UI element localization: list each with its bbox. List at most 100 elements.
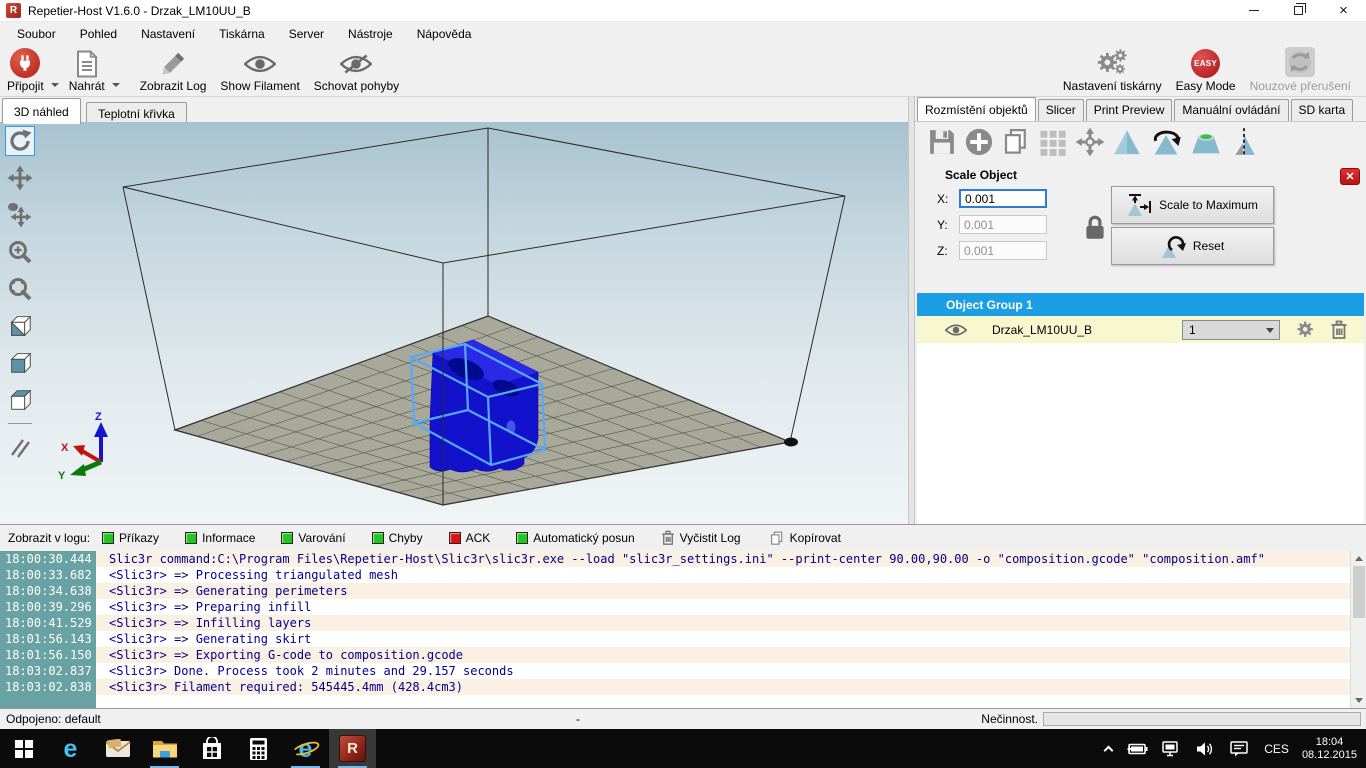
object-list-row[interactable]: Drzak_LM10UU_B 1: [917, 316, 1364, 343]
show-log-button[interactable]: Zobrazit Log: [133, 47, 214, 95]
toggle-commands[interactable]: Příkazy: [102, 531, 159, 545]
hide-moves-button[interactable]: Schovat pohyby: [307, 47, 406, 95]
clear-log-button[interactable]: Vyčistit Log: [661, 530, 741, 546]
tab-slicer[interactable]: Slicer: [1038, 99, 1084, 121]
tray-action-center[interactable]: [1223, 729, 1255, 768]
minimize-button[interactable]: [1231, 0, 1276, 21]
front-view-button[interactable]: [5, 348, 35, 378]
rotate-object-icon[interactable]: [1149, 127, 1183, 157]
tray-battery[interactable]: [1119, 729, 1155, 768]
zoom-in-button[interactable]: [5, 237, 35, 267]
taskbar-internet-explorer[interactable]: e: [282, 729, 329, 768]
copy-object-icon[interactable]: [1001, 127, 1031, 157]
scale-object-icon[interactable]: [1112, 127, 1142, 157]
copies-dropdown[interactable]: 1: [1182, 320, 1280, 340]
tray-expand-button[interactable]: [1098, 729, 1119, 768]
menu-server[interactable]: Server: [277, 23, 336, 45]
taskbar-file-explorer[interactable]: [141, 729, 188, 768]
3d-viewport[interactable]: Z X Y: [0, 122, 908, 524]
tab-manual-control[interactable]: Manuální ovládání: [1174, 99, 1288, 121]
move-object-icon: [7, 202, 33, 228]
print-time-placeholder: -: [576, 712, 580, 726]
menu-nastaveni[interactable]: Nastavení: [129, 23, 207, 45]
upload-button[interactable]: Nahrát: [62, 47, 112, 95]
scale-z-input[interactable]: 0.001: [959, 241, 1047, 260]
add-object-icon[interactable]: [964, 127, 994, 157]
tab-sd-card[interactable]: SD karta: [1291, 99, 1354, 121]
zoom-fit-button[interactable]: [5, 274, 35, 304]
object-group-header[interactable]: Object Group 1: [917, 293, 1364, 316]
taskbar-mail[interactable]: [94, 729, 141, 768]
tray-network[interactable]: [1155, 729, 1189, 768]
connect-dropdown-arrow[interactable]: [51, 83, 59, 87]
restore-button[interactable]: [1276, 0, 1321, 21]
easy-mode-button[interactable]: EASY Easy Mode: [1169, 47, 1243, 95]
toggle-information[interactable]: Informace: [185, 531, 255, 545]
axis-y-label: Y: [58, 470, 66, 482]
scroll-down-icon[interactable]: [1355, 698, 1363, 703]
menu-napoveda[interactable]: Nápověda: [405, 23, 484, 45]
tab-print-preview[interactable]: Print Preview: [1086, 99, 1173, 121]
log-row-empty: [0, 695, 1366, 708]
toggle-errors[interactable]: Chyby: [372, 531, 423, 545]
taskbar-calculator[interactable]: [235, 729, 282, 768]
panel-splitter[interactable]: [908, 97, 915, 524]
move-view-button[interactable]: [5, 163, 35, 193]
file-explorer-icon: [152, 738, 178, 760]
object-visibility-icon[interactable]: [945, 323, 967, 337]
tray-clock[interactable]: 18:04 08.12.2015: [1298, 736, 1366, 762]
autoposition-icon: [1038, 127, 1068, 157]
menu-nastroje[interactable]: Nástroje: [336, 23, 405, 45]
toggle-ack[interactable]: ACK: [449, 531, 491, 545]
tray-language-indicator[interactable]: CES: [1255, 742, 1298, 756]
start-button[interactable]: [0, 729, 47, 768]
rotate-view-button[interactable]: [5, 126, 35, 156]
close-scale-panel-button[interactable]: ✕: [1340, 168, 1360, 185]
scroll-up-icon[interactable]: [1355, 556, 1363, 561]
top-view-button[interactable]: [5, 385, 35, 415]
reset-scale-button[interactable]: Reset: [1111, 227, 1274, 265]
axis-indicator: Z X Y: [58, 411, 108, 482]
save-icon[interactable]: [927, 127, 957, 157]
scale-x-input[interactable]: 0.001: [959, 189, 1047, 208]
upload-dropdown-arrow[interactable]: [112, 83, 120, 87]
tab-3d-preview[interactable]: 3D náhled: [2, 98, 81, 124]
parallel-projection-button[interactable]: [5, 432, 35, 462]
copy-log-button[interactable]: Kopírovat: [769, 530, 841, 547]
toggle-autoscroll[interactable]: Automatický posun: [516, 531, 634, 545]
top-view-icon: [7, 387, 33, 413]
connect-button[interactable]: Připojit: [0, 47, 51, 95]
drop-object-icon[interactable]: [1190, 127, 1222, 157]
log-output[interactable]: 18:00:30.444Slic3r command:C:\Program Fi…: [0, 551, 1366, 708]
toggle-warnings-indicator: [281, 532, 293, 544]
menu-soubor[interactable]: Soubor: [5, 23, 68, 45]
close-button[interactable]: ×: [1321, 0, 1366, 21]
lock-aspect-button[interactable]: [1083, 214, 1107, 245]
rotate-icon: [7, 128, 33, 154]
front-view-icon: [7, 350, 33, 376]
emergency-stop-button: Nouzové přerušení: [1243, 47, 1358, 95]
tray-volume[interactable]: [1189, 729, 1223, 768]
calculator-icon: [249, 737, 268, 761]
reset-icon: [1161, 233, 1187, 259]
move-object-button[interactable]: [5, 200, 35, 230]
taskbar-store[interactable]: [188, 729, 235, 768]
taskbar-edge[interactable]: e: [47, 729, 94, 768]
menu-tiskarna[interactable]: Tiskárna: [207, 23, 277, 45]
scrollbar-thumb[interactable]: [1353, 566, 1365, 618]
taskbar-repetier-host[interactable]: R: [329, 729, 376, 768]
isometric-view-button[interactable]: [5, 311, 35, 341]
show-filament-button[interactable]: Show Filament: [213, 47, 306, 95]
status-bar: Odpojeno: default - Nečinnost.: [0, 708, 1366, 729]
menu-pohled[interactable]: Pohled: [68, 23, 129, 45]
mirror-object-icon[interactable]: [1229, 127, 1259, 157]
printer-settings-button[interactable]: Nastavení tiskárny: [1056, 47, 1169, 95]
log-scrollbar[interactable]: [1350, 551, 1366, 708]
center-object-icon[interactable]: [1075, 127, 1105, 157]
tab-object-placement[interactable]: Rozmístění objektů: [917, 97, 1036, 121]
scale-to-maximum-button[interactable]: Scale to Maximum: [1111, 186, 1274, 224]
object-settings-icon[interactable]: [1296, 320, 1316, 340]
scale-y-input[interactable]: 0.001: [959, 215, 1047, 234]
delete-object-icon[interactable]: [1330, 320, 1348, 340]
toggle-warnings[interactable]: Varování: [281, 531, 345, 545]
